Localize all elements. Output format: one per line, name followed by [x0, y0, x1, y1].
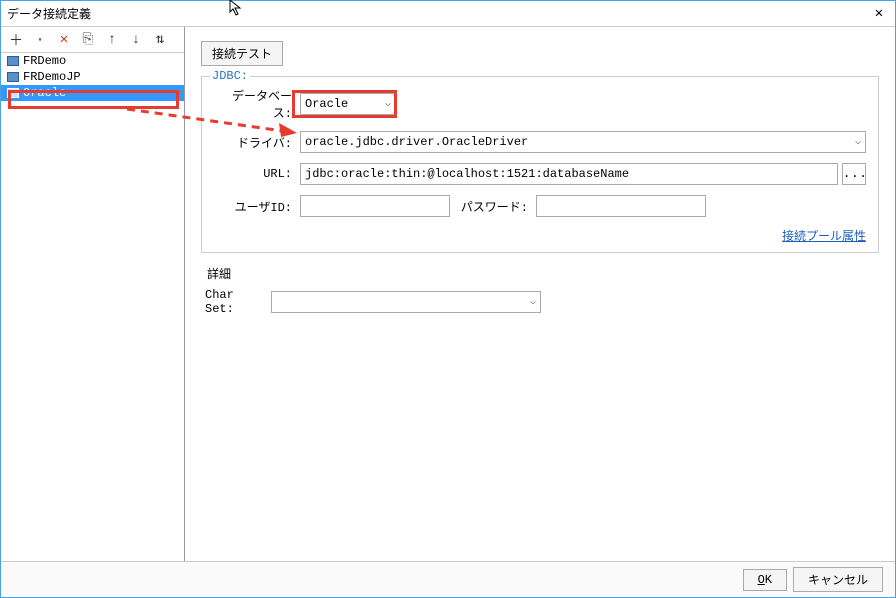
- driver-select[interactable]: oracle.jdbc.driver.OracleDriver ⌵: [300, 131, 866, 153]
- database-icon: [7, 88, 19, 98]
- sort-icon[interactable]: ⇅: [151, 31, 169, 49]
- footer: OK キャンセル: [1, 561, 895, 597]
- dialog-window: データ接続定義 ✕ ＋ ▾ ✕ ⎘ ↑ ↓ ⇅ FRDemo FRDemoJ: [0, 0, 896, 598]
- database-value: Oracle: [305, 97, 348, 111]
- jdbc-fieldset: JDBC: データベース: Oracle ⌵ ドライバ: oracle.jdbc…: [201, 76, 879, 253]
- list-item[interactable]: FRDemo: [1, 53, 184, 69]
- test-connection-button[interactable]: 接続テスト: [201, 41, 283, 66]
- driver-row: ドライバ: oracle.jdbc.driver.OracleDriver ⌵: [214, 131, 866, 153]
- close-icon[interactable]: ✕: [869, 4, 889, 24]
- main-panel: 接続テスト JDBC: データベース: Oracle ⌵ ドライバ: oracl…: [185, 27, 895, 561]
- title-bar: データ接続定義 ✕: [1, 1, 895, 27]
- cancel-button[interactable]: キャンセル: [793, 567, 883, 592]
- list-item-label: FRDemoJP: [23, 70, 81, 84]
- url-row: URL: ...: [214, 163, 866, 185]
- list-item-label: FRDemo: [23, 54, 66, 68]
- list-item[interactable]: FRDemoJP: [1, 69, 184, 85]
- sidebar-toolbar: ＋ ▾ ✕ ⎘ ↑ ↓ ⇅: [1, 27, 184, 53]
- list-item[interactable]: Oracle: [1, 85, 184, 101]
- dialog-body: ＋ ▾ ✕ ⎘ ↑ ↓ ⇅ FRDemo FRDemoJP: [1, 27, 895, 561]
- delete-icon[interactable]: ✕: [55, 31, 73, 49]
- list-item-label: Oracle: [23, 86, 66, 100]
- charset-select[interactable]: ⌵: [271, 291, 541, 313]
- password-input[interactable]: [536, 195, 706, 217]
- charset-row: Char Set: ⌵: [203, 288, 877, 316]
- password-label: パスワード:: [454, 198, 528, 215]
- move-down-icon[interactable]: ↓: [127, 31, 145, 49]
- charset-label: Char Set:: [205, 288, 267, 316]
- add-icon[interactable]: ＋: [7, 31, 25, 49]
- connection-pool-link[interactable]: 接続プール属性: [782, 230, 866, 244]
- user-label: ユーザID:: [214, 198, 292, 215]
- dropdown-icon[interactable]: ▾: [31, 31, 49, 49]
- pool-link-row: 接続プール属性: [214, 227, 866, 244]
- detail-header: 詳細: [207, 265, 877, 282]
- chevron-down-icon: ⌵: [385, 98, 391, 110]
- database-select[interactable]: Oracle ⌵: [300, 93, 396, 115]
- credentials-row: ユーザID: パスワード:: [214, 195, 866, 217]
- chevron-down-icon: ⌵: [855, 136, 861, 148]
- url-input[interactable]: [300, 163, 838, 185]
- detail-section: 詳細 Char Set: ⌵: [201, 265, 879, 316]
- connection-list: FRDemo FRDemoJP Oracle: [1, 53, 184, 561]
- driver-label: ドライバ:: [214, 134, 292, 151]
- sidebar: ＋ ▾ ✕ ⎘ ↑ ↓ ⇅ FRDemo FRDemoJP: [1, 27, 185, 561]
- jdbc-legend: JDBC:: [210, 69, 250, 83]
- window-title: データ接続定義: [7, 5, 91, 22]
- database-icon: [7, 56, 19, 66]
- copy-icon[interactable]: ⎘: [79, 31, 97, 49]
- move-up-icon[interactable]: ↑: [103, 31, 121, 49]
- url-label: URL:: [214, 167, 292, 181]
- database-icon: [7, 72, 19, 82]
- user-input[interactable]: [300, 195, 450, 217]
- ok-button[interactable]: OK: [743, 569, 787, 591]
- database-label: データベース:: [214, 87, 292, 121]
- driver-value: oracle.jdbc.driver.OracleDriver: [305, 135, 528, 149]
- database-row: データベース: Oracle ⌵: [214, 87, 866, 121]
- chevron-down-icon: ⌵: [530, 296, 536, 308]
- url-browse-button[interactable]: ...: [842, 163, 866, 185]
